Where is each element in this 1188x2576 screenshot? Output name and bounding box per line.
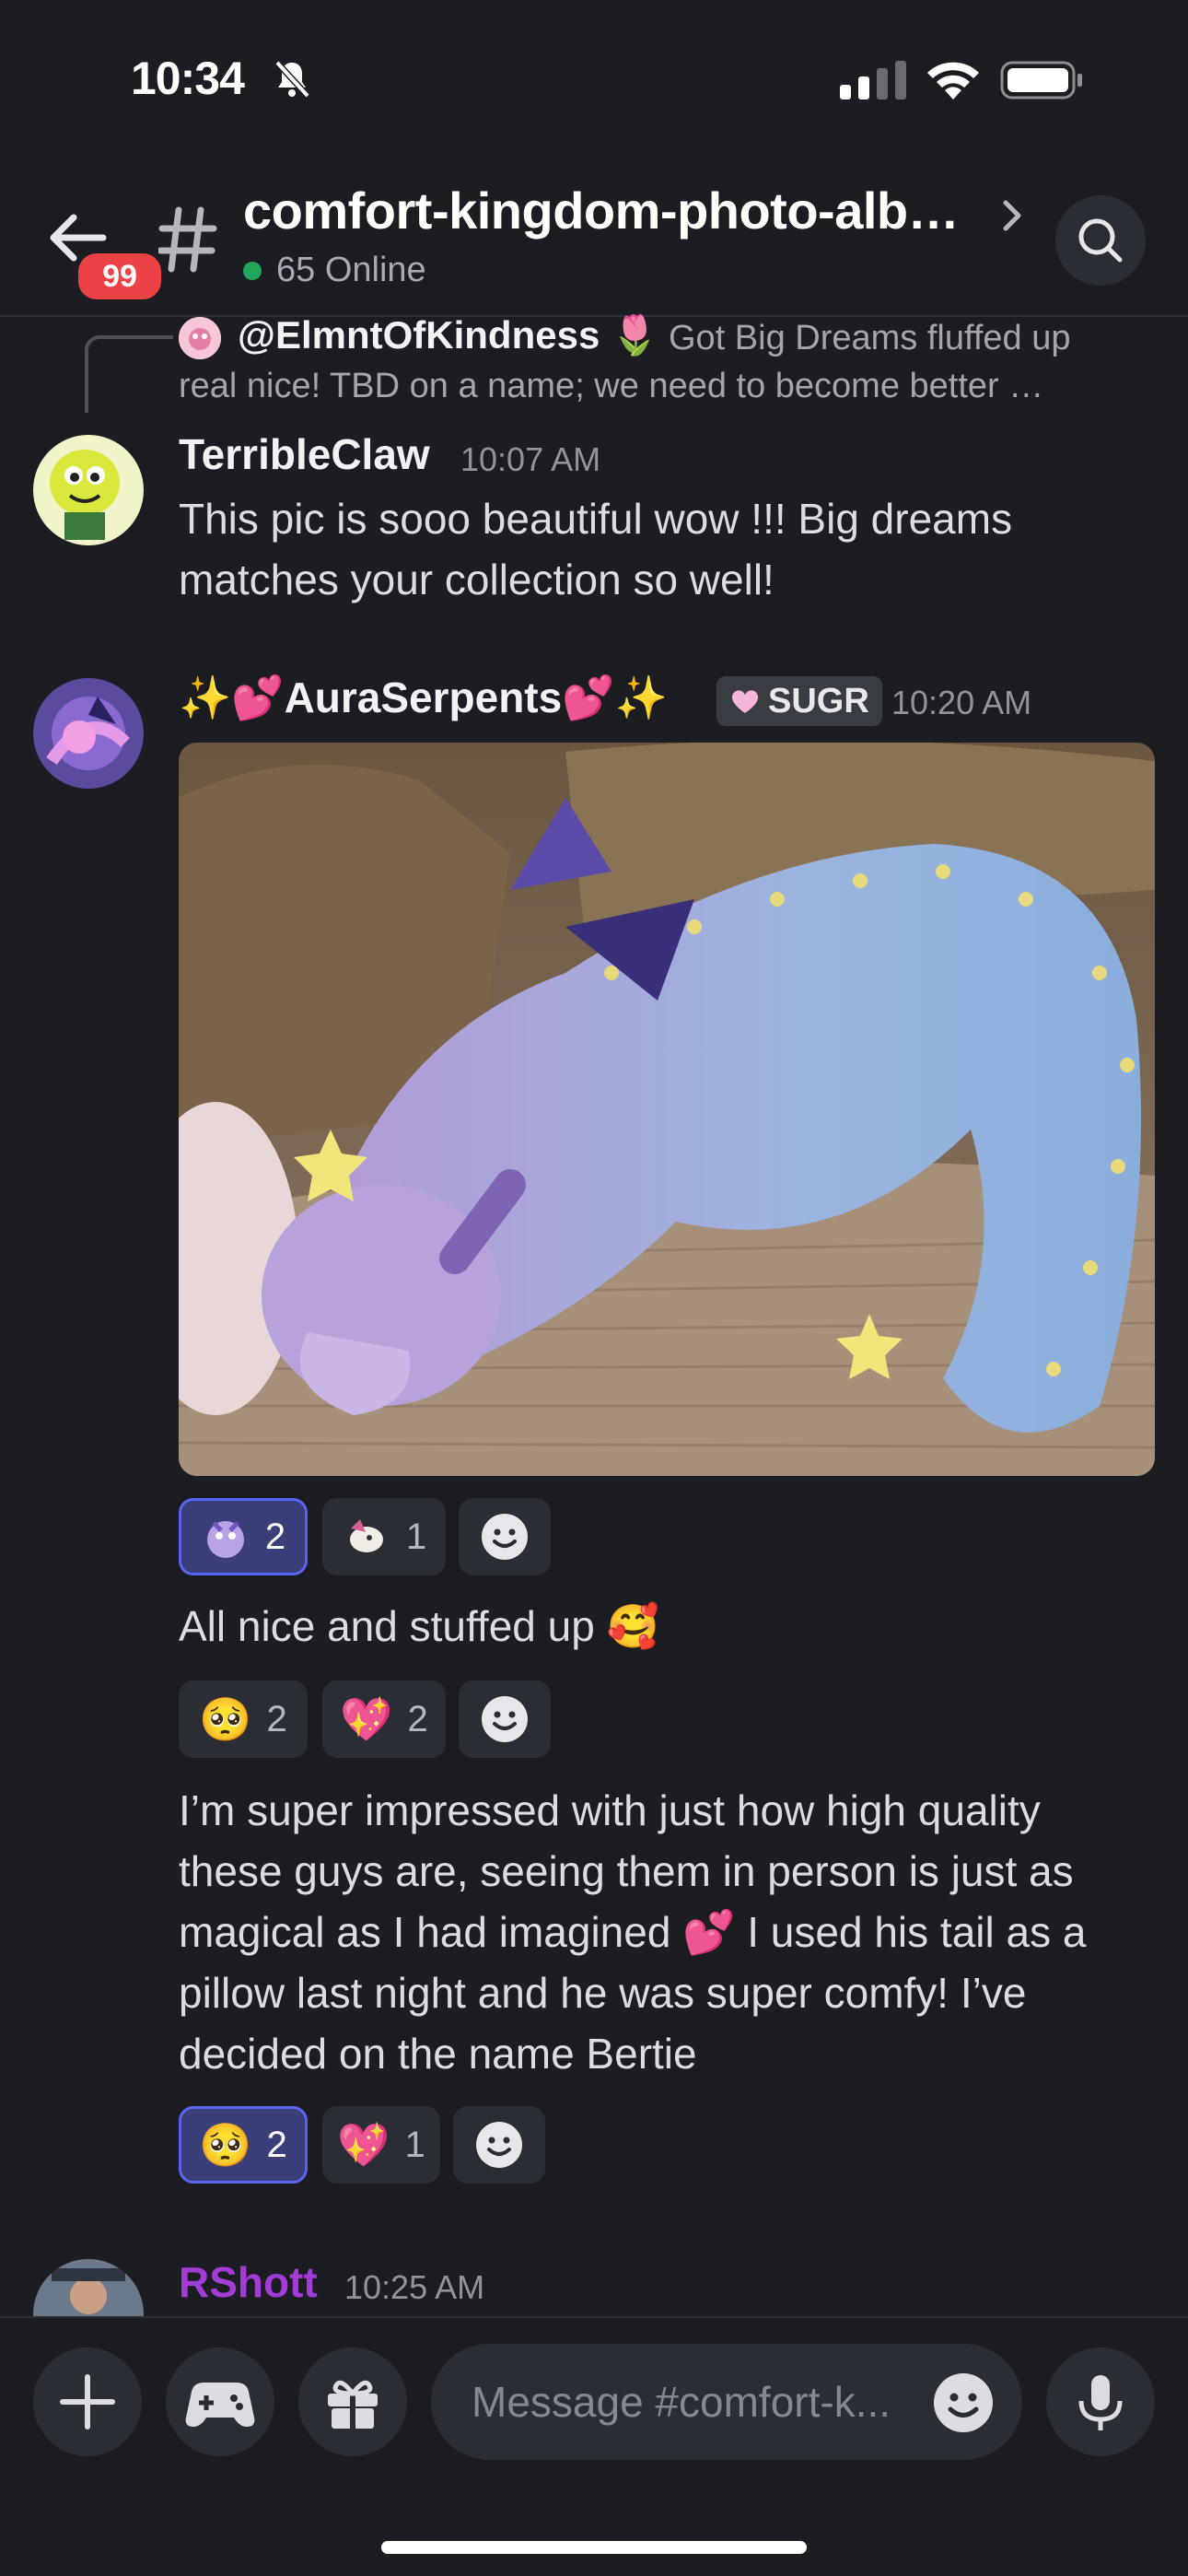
- reaction-chip[interactable]: 2: [179, 1498, 308, 1575]
- reaction-count: 2: [407, 1698, 428, 1739]
- avatar-rshott[interactable]: [33, 2259, 144, 2316]
- pink-heart-icon: [731, 690, 759, 713]
- channel-hash-icon: [158, 206, 217, 273]
- author-name[interactable]: TerribleClaw: [179, 429, 430, 479]
- add-emoji-icon: [476, 2122, 522, 2168]
- avatar-auraserpents[interactable]: [33, 678, 144, 789]
- message-text-line: matches your collection so well!: [179, 556, 775, 603]
- emoji-icon: [934, 2373, 993, 2432]
- reaction-count: 1: [405, 1516, 427, 1557]
- voice-message-button[interactable]: [1046, 2348, 1155, 2456]
- online-status-dot: [243, 262, 262, 280]
- dragon-plush-photo: [179, 743, 1155, 1476]
- reaction-count: 2: [264, 1516, 286, 1557]
- purple-dragon-emoji-icon: [206, 1521, 244, 1558]
- gift-button[interactable]: [298, 2348, 407, 2456]
- status-time: 10:34: [131, 53, 245, 104]
- microphone-icon: [1078, 2375, 1123, 2430]
- channel-title[interactable]: comfort-kingdom-photo-alb…: [243, 181, 960, 240]
- unread-count-badge: 99: [74, 249, 166, 304]
- emoji-picker-button[interactable]: [932, 2371, 995, 2434]
- reply-text-line1[interactable]: Got Big Dreams fluffed up: [669, 319, 1071, 358]
- reaction-count: 2: [266, 2124, 287, 2165]
- white-dragon-emoji-icon: [349, 1519, 383, 1552]
- reaction-emoji: 🥺: [199, 2120, 252, 2169]
- add-reaction-button[interactable]: [459, 1498, 551, 1575]
- reaction-count: 2: [266, 1698, 287, 1739]
- search-button[interactable]: [1055, 195, 1146, 286]
- server-tag[interactable]: SUGR: [716, 676, 882, 726]
- reaction-count: 1: [404, 2124, 425, 2165]
- message-text-line: magical as I had imagined 💕 I used his t…: [179, 1908, 1087, 1956]
- online-count: 65 Online: [276, 251, 426, 289]
- gift-icon: [328, 2380, 378, 2429]
- author-prefix-emoji: ✨💕: [179, 673, 285, 721]
- message-text: All nice and stuffed up 🥰: [179, 1602, 659, 1650]
- cellular-signal-icon: [840, 61, 906, 100]
- author-label: AuraSerpents: [284, 673, 563, 721]
- add-emoji-icon: [482, 1514, 528, 1560]
- bell-muted-icon: [274, 60, 310, 99]
- add-reaction-button[interactable]: [453, 2106, 545, 2184]
- reply-author-emoji: 🌷: [611, 313, 659, 357]
- avatar-terribleclaw[interactable]: [33, 435, 144, 545]
- reaction-chip[interactable]: 1: [322, 1498, 446, 1575]
- reply-avatar[interactable]: [179, 317, 221, 359]
- message-timestamp: 10:20 AM: [891, 684, 1032, 721]
- reply-text-line2[interactable]: real nice! TBD on a name; we need to bec…: [179, 367, 1043, 406]
- gamepad-icon: [185, 2383, 255, 2427]
- author-suffix-emoji: 💕✨: [562, 673, 668, 721]
- reaction-chip[interactable]: 🥺 2: [179, 2106, 308, 2184]
- image-attachment[interactable]: [179, 743, 1155, 1476]
- reaction-emoji: 💖: [340, 1694, 393, 1743]
- add-emoji-icon: [482, 1696, 528, 1742]
- message-text-line: This pic is sooo beautiful wow !!! Big d…: [179, 495, 1013, 543]
- battery-icon: [1000, 61, 1082, 100]
- add-attachment-button[interactable]: [33, 2348, 142, 2456]
- message-text: This pic is sooo beautiful wow !!! Big d…: [179, 488, 1012, 610]
- chevron-right-icon[interactable]: [998, 195, 1026, 236]
- message-text-line: decided on the name Bertie: [179, 2030, 697, 2078]
- message-timestamp: 10:25 AM: [344, 2268, 485, 2306]
- reaction-emoji: 💖: [337, 2120, 390, 2169]
- home-indicator: [381, 2541, 807, 2554]
- author-name[interactable]: ✨💕AuraSerpents💕✨: [179, 673, 668, 723]
- reply-connector-line: [85, 335, 173, 413]
- reaction-emoji: 🥺: [199, 1694, 252, 1743]
- reaction-chip[interactable]: 💖 1: [322, 2106, 440, 2184]
- reply-author-label: @ElmntOfKindness: [238, 313, 600, 357]
- reply-author-name[interactable]: @ElmntOfKindness 🌷: [238, 313, 658, 358]
- server-tag-label: SUGR: [768, 681, 869, 720]
- plus-icon: [60, 2374, 115, 2430]
- add-reaction-button[interactable]: [459, 1680, 551, 1758]
- message-text-line: pillow last night and he was super comfy…: [179, 1969, 1027, 2017]
- input-divider: [0, 2316, 1188, 2318]
- reaction-chip[interactable]: 💖 2: [322, 1680, 446, 1758]
- message-timestamp: 10:07 AM: [460, 440, 601, 478]
- message-text-line: these guys are, seeing them in person is…: [179, 1847, 1074, 1895]
- message-text: I’m super impressed with just how high q…: [179, 1780, 1086, 2084]
- message-text-line: I’m super impressed with just how high q…: [179, 1786, 1041, 1834]
- author-name[interactable]: RShott: [179, 2257, 318, 2307]
- activities-button[interactable]: [166, 2348, 274, 2456]
- wifi-icon: [927, 62, 979, 100]
- reaction-chip[interactable]: 🥺 2: [179, 1680, 308, 1758]
- search-icon: [1078, 218, 1123, 263]
